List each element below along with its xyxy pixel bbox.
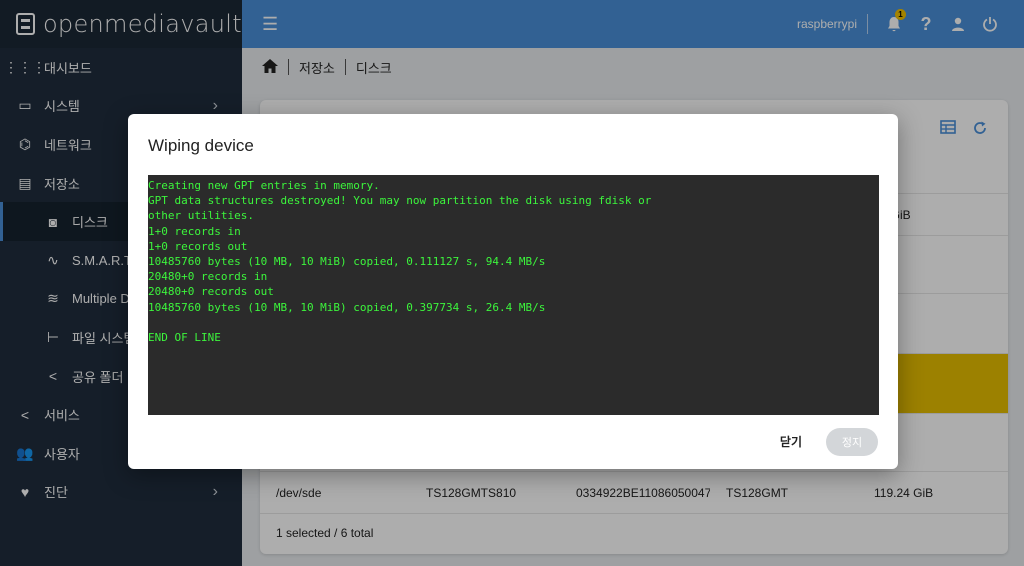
stop-button[interactable]: 정지: [826, 427, 878, 456]
console-output[interactable]: Creating new GPT entries in memory. GPT d…: [148, 175, 879, 415]
console-line: 10485760 bytes (10 MB, 10 MiB) copied, 0…: [148, 254, 546, 268]
console-line: other utilities.: [148, 209, 254, 223]
console-line: GPT data structures destroyed! You may n…: [148, 194, 652, 208]
console-line: END OF LINE: [148, 330, 221, 344]
console-line: 1+0 records out: [148, 239, 248, 253]
dialog-actions: 닫기 정지: [768, 426, 878, 457]
console-line: Creating new GPT entries in memory.: [148, 179, 380, 192]
close-button[interactable]: 닫기: [768, 426, 814, 457]
console-line: 20480+0 records out: [148, 285, 274, 299]
console-line: 1+0 records in: [148, 224, 241, 238]
wiping-device-dialog: Wiping device Creating new GPT entries i…: [128, 114, 898, 469]
console-line: 20480+0 records in: [148, 270, 268, 284]
console-line: 10485760 bytes (10 MB, 10 MiB) copied, 0…: [148, 300, 546, 314]
dialog-title: Wiping device: [148, 136, 254, 155]
